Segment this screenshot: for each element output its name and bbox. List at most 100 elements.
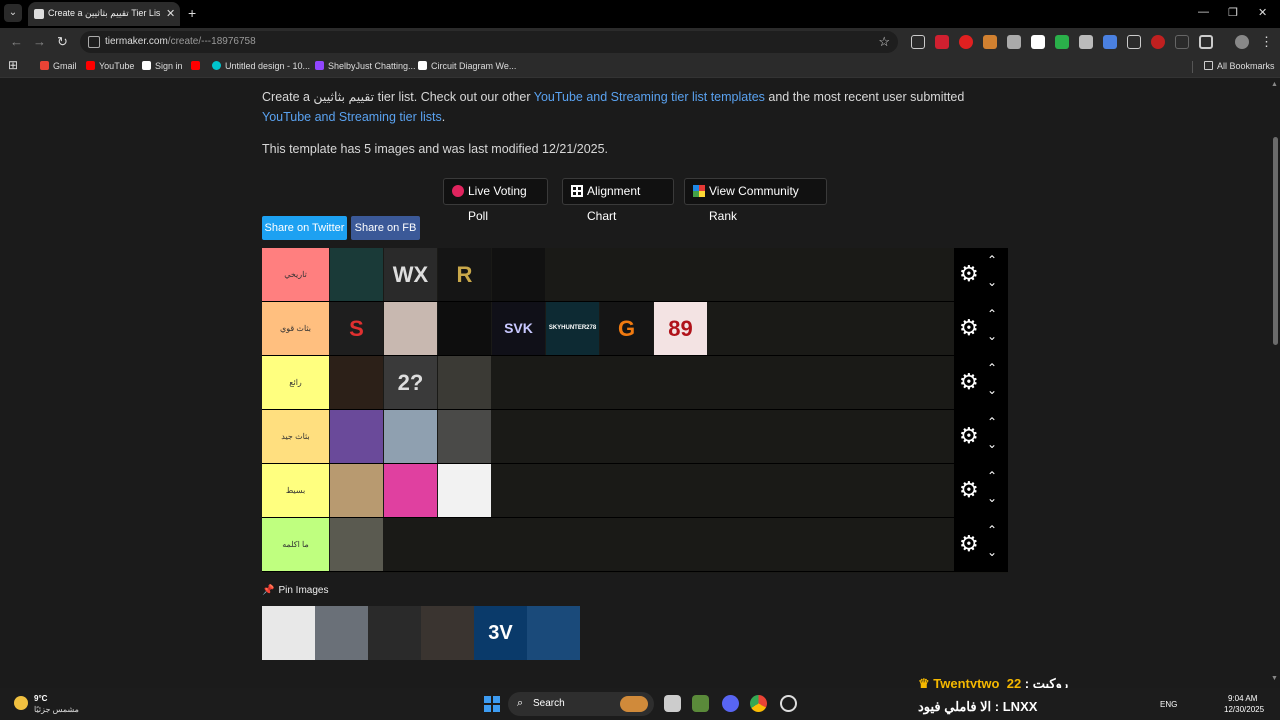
address-bar[interactable]: tiermaker.com/create/---18976758 ☆: [80, 31, 898, 53]
tier-label[interactable]: رائع: [262, 356, 329, 409]
restore-button[interactable]: ❐: [1228, 6, 1238, 19]
taskbar-search[interactable]: ⌕ Search: [508, 692, 654, 716]
tier-item-image[interactable]: [330, 356, 383, 409]
gear-icon[interactable]: ⚙: [959, 477, 979, 503]
minecraft-icon[interactable]: [692, 695, 709, 712]
chevron-up-icon[interactable]: ⌃: [987, 253, 997, 267]
bookmark-gmail[interactable]: Gmail: [40, 61, 77, 71]
bookmark-star-icon[interactable]: ☆: [878, 34, 890, 50]
chevron-up-icon[interactable]: ⌃: [987, 361, 997, 375]
share-facebook-button[interactable]: Share on FB: [351, 216, 420, 240]
chevron-up-icon[interactable]: ⌃: [987, 415, 997, 429]
user-tierlists-link[interactable]: YouTube and Streaming tier lists: [262, 110, 442, 124]
tier-item-image[interactable]: G: [600, 302, 653, 355]
tier-item-image[interactable]: 2?: [384, 356, 437, 409]
alignment-chart-button[interactable]: Alignment Chart: [562, 178, 674, 223]
tier-item-image[interactable]: [438, 302, 491, 355]
extension-grey-icon[interactable]: [1175, 35, 1189, 49]
extension-adblock-icon[interactable]: [1151, 35, 1165, 49]
tier-item-image[interactable]: [438, 464, 491, 517]
pinned-image[interactable]: 3V: [474, 606, 527, 660]
profile-avatar[interactable]: [1235, 35, 1249, 49]
gear-icon[interactable]: ⚙: [959, 423, 979, 449]
tier-label[interactable]: تاريخي: [262, 248, 329, 301]
tier-item-image[interactable]: SKYHUNTER278: [546, 302, 599, 355]
tier-item-image[interactable]: [330, 464, 383, 517]
tier-label[interactable]: ما اكلمه: [262, 518, 329, 571]
bookmark-circuit-diagram[interactable]: Circuit Diagram We...: [418, 61, 516, 71]
scroll-down-arrow-icon[interactable]: ▼: [1271, 675, 1278, 682]
gear-icon[interactable]: ⚙: [959, 369, 979, 395]
file-explorer-icon[interactable]: [664, 695, 681, 712]
minimize-button[interactable]: —: [1198, 6, 1209, 18]
page-scrollbar[interactable]: ▲ ▼: [1270, 79, 1280, 685]
view-community-rank-button[interactable]: View Community Rank: [684, 178, 827, 223]
bookmark-sign-in[interactable]: Sign in: [142, 61, 183, 71]
discord-icon[interactable]: [722, 695, 739, 712]
live-voting-poll-button[interactable]: Live Voting Poll: [443, 178, 548, 223]
templates-link[interactable]: YouTube and Streaming tier list template…: [534, 90, 765, 104]
extension-translate-icon[interactable]: [1103, 35, 1117, 49]
tier-item-image[interactable]: [384, 302, 437, 355]
clock-date[interactable]: 12/30/2025: [1224, 705, 1264, 714]
pinned-image[interactable]: [262, 606, 315, 660]
tier-item-image[interactable]: R: [438, 248, 491, 301]
tier-label[interactable]: بسيط: [262, 464, 329, 517]
extension-record-icon[interactable]: [959, 35, 973, 49]
apps-grid-icon[interactable]: ⊞: [8, 58, 18, 72]
chevron-down-icon[interactable]: ⌄: [987, 491, 997, 505]
pinned-image[interactable]: [527, 606, 580, 660]
new-tab-button[interactable]: +: [188, 5, 196, 21]
tier-item-image[interactable]: [330, 410, 383, 463]
scrollbar-thumb[interactable]: [1273, 137, 1278, 345]
active-tab[interactable]: Create a تقييم بثاثيين Tier List - T ✕: [28, 2, 180, 26]
scroll-up-arrow-icon[interactable]: ▲: [1271, 81, 1278, 88]
chevron-up-icon[interactable]: ⌃: [987, 307, 997, 321]
extension-green-icon[interactable]: [1055, 35, 1069, 49]
bookmark-canva[interactable]: Untitled design - 10...: [212, 61, 310, 71]
pinned-image[interactable]: [421, 606, 474, 660]
chevron-down-icon[interactable]: ⌄: [987, 545, 997, 559]
all-bookmarks-folder[interactable]: All Bookmarks: [1204, 61, 1275, 71]
chrome-icon[interactable]: [750, 695, 767, 712]
input-language[interactable]: ENG: [1160, 700, 1177, 709]
tier-item-image[interactable]: WX: [384, 248, 437, 301]
tier-item-image[interactable]: [330, 518, 383, 571]
tier-item-image[interactable]: [492, 248, 545, 301]
browser-menu-icon[interactable]: ⋮: [1260, 34, 1273, 50]
weather-description[interactable]: مشمس جزئيًا: [34, 705, 79, 714]
tier-item-image[interactable]: S: [330, 302, 383, 355]
tier-item-image[interactable]: [384, 410, 437, 463]
bookmark-twitch[interactable]: ShelbyJust Chatting...: [315, 61, 416, 71]
weather-temperature[interactable]: 9°C: [34, 694, 47, 703]
chevron-down-icon[interactable]: ⌄: [987, 275, 997, 289]
reload-button[interactable]: ↻: [57, 34, 68, 50]
gear-icon[interactable]: ⚙: [959, 261, 979, 287]
pinned-image[interactable]: [368, 606, 421, 660]
bookmark-youtube-2[interactable]: [191, 61, 204, 71]
tier-item-image[interactable]: [384, 464, 437, 517]
app-icon[interactable]: [780, 695, 797, 712]
tab-close-icon[interactable]: ✕: [166, 7, 175, 20]
share-twitter-button[interactable]: Share on Twitter: [262, 216, 347, 240]
tier-item-image[interactable]: SVK: [492, 302, 545, 355]
gear-icon[interactable]: ⚙: [959, 531, 979, 557]
chevron-down-icon[interactable]: ⌄: [987, 383, 997, 397]
chevron-up-icon[interactable]: ⌃: [987, 469, 997, 483]
extension-download-icon[interactable]: [1007, 35, 1021, 49]
window-close-button[interactable]: ✕: [1258, 6, 1267, 19]
back-button[interactable]: ←: [10, 34, 23, 49]
chevron-down-icon[interactable]: ⌄: [987, 329, 997, 343]
extensions-puzzle-icon[interactable]: [1199, 35, 1213, 49]
forward-button[interactable]: →: [33, 34, 46, 49]
extension-diamond-icon[interactable]: [1031, 35, 1045, 49]
clock-time[interactable]: 9:04 AM: [1228, 694, 1257, 703]
extension-shield-icon[interactable]: [1079, 35, 1093, 49]
bookmark-youtube[interactable]: YouTube: [86, 61, 134, 71]
extension-screenshot-icon[interactable]: [911, 35, 925, 49]
start-button[interactable]: [484, 696, 500, 712]
extension-paint-icon[interactable]: [983, 35, 997, 49]
pinned-image[interactable]: [315, 606, 368, 660]
tab-search-button[interactable]: ⌄: [4, 4, 22, 22]
site-info-icon[interactable]: [88, 36, 100, 48]
